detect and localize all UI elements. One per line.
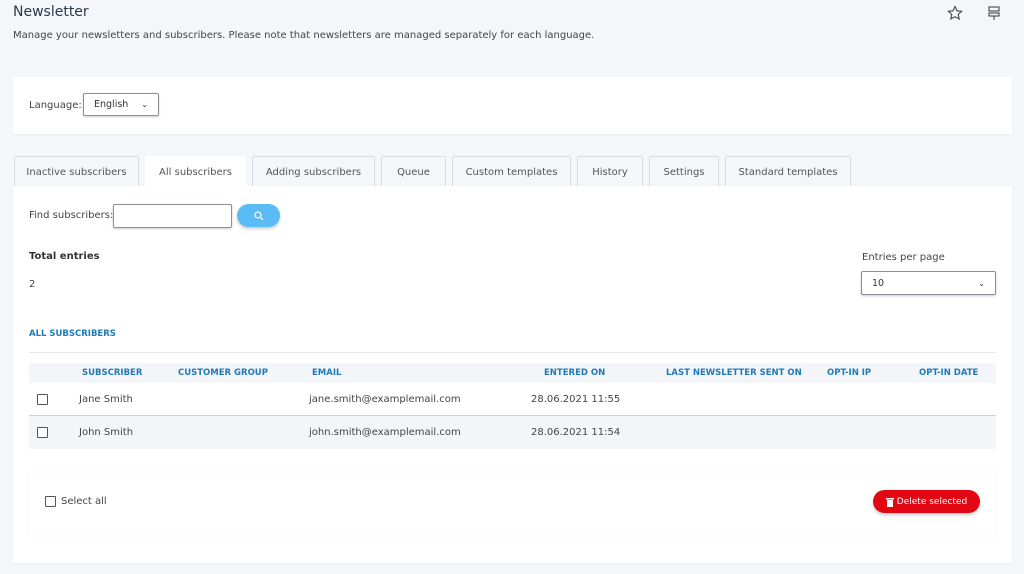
language-select[interactable]: English ⌄ bbox=[83, 93, 159, 116]
row-checkbox[interactable] bbox=[37, 394, 48, 405]
page-title: Newsletter bbox=[13, 4, 89, 20]
tab-adding-subscribers[interactable]: Adding subscribers bbox=[252, 156, 375, 187]
search-input[interactable] bbox=[113, 204, 232, 228]
star-icon[interactable] bbox=[947, 5, 963, 21]
tab-inactive-subscribers[interactable]: Inactive subscribers bbox=[14, 156, 139, 187]
tab-label: Inactive subscribers bbox=[26, 166, 127, 178]
tab-label: Adding subscribers bbox=[265, 166, 362, 178]
entered-on: 28.06.2021 11:55 bbox=[531, 394, 621, 405]
chevron-down-icon: ⌄ bbox=[978, 278, 985, 288]
tab-queue[interactable]: Queue bbox=[381, 156, 446, 187]
tab-label: Custom templates bbox=[465, 166, 558, 178]
select-all-label: Select all bbox=[61, 496, 107, 507]
tab-label: Standard templates bbox=[738, 166, 838, 178]
total-entries-label: Total entries bbox=[29, 251, 100, 262]
search-icon bbox=[253, 210, 263, 220]
subscriber-email: jane.smith@examplemail.com bbox=[309, 394, 461, 405]
trash-icon bbox=[885, 497, 894, 507]
entries-per-page-select[interactable]: 10 ⌄ bbox=[861, 271, 996, 295]
tab-custom-templates[interactable]: Custom templates bbox=[452, 156, 571, 187]
total-entries-value: 2 bbox=[29, 279, 36, 290]
pin-icon[interactable] bbox=[987, 5, 1001, 21]
column-header[interactable]: SUBSCRIBER bbox=[82, 368, 142, 378]
tab-label: Queue bbox=[397, 166, 430, 178]
table-row bbox=[29, 416, 996, 449]
tab-label: Settings bbox=[663, 166, 705, 178]
column-header[interactable]: OPT-IN DATE bbox=[919, 368, 978, 378]
tab-label: All subscribers bbox=[159, 166, 232, 178]
tab-label: History bbox=[592, 166, 628, 178]
footer-card bbox=[29, 473, 996, 535]
delete-selected-label: Delete selected bbox=[896, 496, 968, 507]
divider bbox=[29, 352, 996, 353]
tab-settings[interactable]: Settings bbox=[649, 156, 719, 187]
language-label: Language: bbox=[29, 100, 82, 111]
subscriber-name: Jane Smith bbox=[79, 394, 133, 405]
entered-on: 28.06.2021 11:54 bbox=[531, 427, 621, 438]
language-value: English bbox=[94, 99, 129, 110]
column-header[interactable]: CUSTOMER GROUP bbox=[178, 368, 268, 378]
column-header[interactable]: OPT-IN IP bbox=[827, 368, 871, 378]
table-row bbox=[29, 383, 996, 416]
column-header[interactable]: EMAIL bbox=[312, 368, 341, 378]
tab-standard-templates[interactable]: Standard templates bbox=[725, 156, 851, 187]
language-card bbox=[13, 77, 1012, 134]
column-header[interactable]: LAST NEWSLETTER SENT ON bbox=[666, 368, 802, 378]
chevron-down-icon: ⌄ bbox=[141, 100, 148, 109]
section-title: ALL SUBSCRIBERS bbox=[29, 329, 116, 339]
subscriber-email: john.smith@examplemail.com bbox=[309, 427, 461, 438]
search-label: Find subscribers: bbox=[29, 210, 114, 221]
column-header[interactable]: ENTERED ON bbox=[544, 368, 605, 378]
tab-all-subscribers[interactable]: All subscribers bbox=[145, 156, 246, 187]
delete-selected-button[interactable]: Delete selected bbox=[873, 490, 980, 513]
row-checkbox[interactable] bbox=[37, 427, 48, 438]
subscriber-name: John Smith bbox=[79, 427, 134, 438]
entries-per-page-label: Entries per page bbox=[862, 252, 945, 263]
tab-history[interactable]: History bbox=[577, 156, 643, 187]
search-button[interactable] bbox=[237, 204, 280, 227]
entries-per-page-value: 10 bbox=[872, 277, 885, 289]
select-all-checkbox[interactable] bbox=[45, 496, 56, 507]
page-description: Manage your newsletters and subscribers.… bbox=[13, 30, 595, 41]
